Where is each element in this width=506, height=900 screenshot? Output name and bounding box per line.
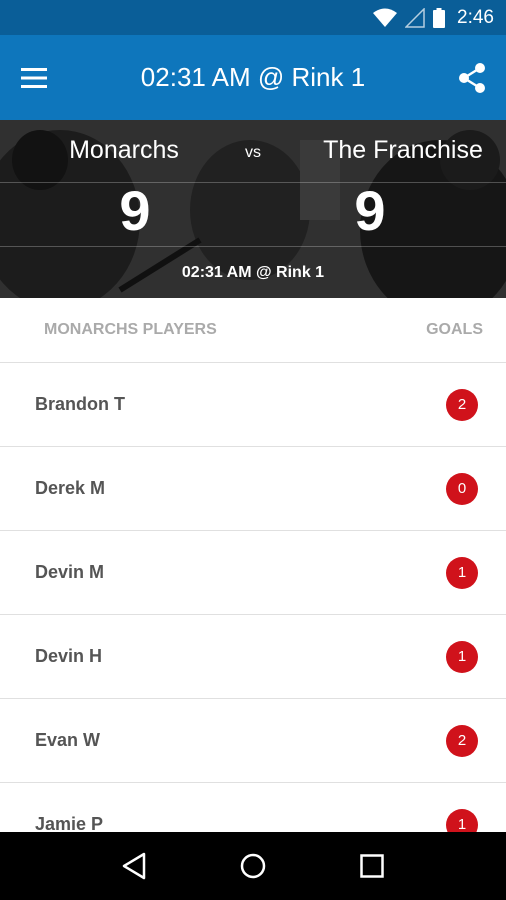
back-icon <box>123 852 146 880</box>
player-row[interactable]: Brandon T 2 <box>0 363 506 447</box>
player-name: Derek M <box>35 478 106 498</box>
player-name: Evan W <box>35 730 101 750</box>
divider <box>0 246 506 247</box>
share-button[interactable] <box>438 35 506 120</box>
game-header: Monarchs vs The Franchise 9 9 02:31 AM @… <box>0 120 506 298</box>
signal-icon <box>405 7 425 28</box>
wifi-icon <box>373 8 398 27</box>
player-row[interactable]: Devin H 1 <box>0 615 506 699</box>
goals-badge: 1 <box>446 640 478 673</box>
goals-badge: 1 <box>446 808 478 832</box>
player-row[interactable]: Devin M 1 <box>0 531 506 615</box>
battery-icon <box>433 7 446 28</box>
page-title: 02:31 AM @ Rink 1 <box>140 62 366 92</box>
home-icon <box>240 853 266 879</box>
player-name: Devin M <box>35 562 105 582</box>
back-button[interactable] <box>104 836 164 896</box>
away-team-name: The Franchise <box>323 136 483 164</box>
goals-badge: 2 <box>446 724 478 757</box>
recents-button[interactable] <box>342 836 402 896</box>
home-team-name: Monarchs <box>69 136 179 164</box>
home-button[interactable] <box>223 836 283 896</box>
menu-icon <box>21 67 47 88</box>
player-name: Brandon T <box>35 394 125 414</box>
status-time: 2:46 <box>457 6 494 28</box>
recents-icon <box>359 854 384 878</box>
player-row[interactable]: Jamie P 1 <box>0 783 506 832</box>
app-bar: 02:31 AM @ Rink 1 <box>0 35 506 120</box>
goals-badge: 1 <box>446 556 478 589</box>
player-list[interactable]: Brandon T 2 Derek M 0 Devin M 1 Devin H … <box>0 363 506 832</box>
player-name: Devin H <box>35 646 103 666</box>
away-score: 9 <box>354 179 386 242</box>
player-row[interactable]: Evan W 2 <box>0 699 506 783</box>
goals-badge: 2 <box>446 388 478 421</box>
goals-badge: 0 <box>446 472 478 505</box>
vs-label: vs <box>245 144 261 161</box>
home-score: 9 <box>119 179 151 242</box>
system-nav-bar <box>0 832 506 900</box>
goals-column-header: GOALS <box>426 321 483 338</box>
player-row[interactable]: Derek M 0 <box>0 447 506 531</box>
players-column-header: MONARCHS PLAYERS <box>44 321 217 338</box>
player-list-header: MONARCHS PLAYERS GOALS <box>0 298 506 363</box>
game-time-location: 02:31 AM @ Rink 1 <box>181 264 325 281</box>
share-icon <box>459 62 485 93</box>
menu-button[interactable] <box>0 35 68 120</box>
player-name: Jamie P <box>35 814 104 832</box>
status-bar: 2:46 <box>0 0 506 35</box>
